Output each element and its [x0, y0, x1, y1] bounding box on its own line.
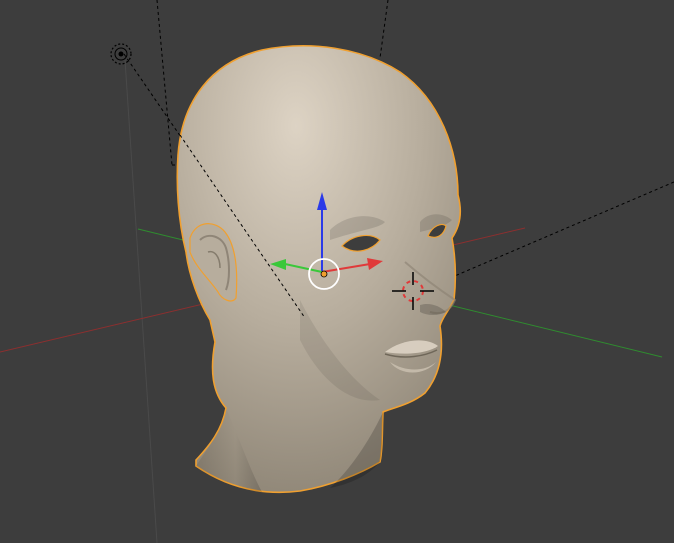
grid-lines: [124, 59, 158, 543]
head-mesh[interactable]: [176, 45, 462, 494]
lamp-icon[interactable]: [110, 43, 132, 65]
3d-viewport[interactable]: [0, 0, 674, 543]
origin-point-icon: [320, 270, 328, 278]
viewport-scene[interactable]: [0, 0, 674, 543]
